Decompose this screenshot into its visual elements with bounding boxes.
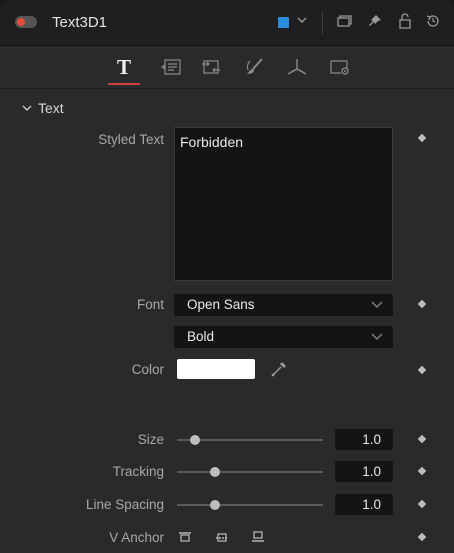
tab-layout[interactable]: [156, 54, 186, 80]
font-label: Font: [136, 297, 164, 312]
keyframe-diamond-v-anchor[interactable]: [417, 532, 427, 542]
tracking-slider-track[interactable]: [177, 471, 323, 473]
tracking-slider-handle[interactable]: [209, 467, 220, 477]
tab-3d[interactable]: [282, 54, 312, 80]
brush-icon: [246, 58, 263, 74]
v-anchor-label: V Anchor: [109, 530, 164, 545]
line-spacing-slider-handle[interactable]: [209, 500, 220, 510]
color-dropdown-chevron-icon[interactable]: [296, 11, 308, 33]
inspector-tabs: T: [0, 46, 454, 89]
size-value: 1.0: [362, 432, 381, 447]
line-spacing-value: 1.0: [362, 497, 381, 512]
tab-transform[interactable]: [196, 54, 226, 80]
tracking-value: 1.0: [362, 464, 381, 479]
styled-text-input[interactable]: Forbidden: [174, 127, 393, 281]
styled-text-label: Styled Text: [98, 132, 164, 147]
section-title: Text: [38, 100, 64, 116]
chevron-down-icon: [371, 333, 383, 340]
v-anchor-bottom-icon[interactable]: [251, 531, 265, 543]
keyframe-diamond-tracking[interactable]: [417, 466, 427, 476]
node-enable-toggle[interactable]: [15, 16, 37, 28]
tab-shading[interactable]: [240, 54, 270, 80]
styled-text-value: Forbidden: [180, 134, 244, 150]
duplicate-window-icon[interactable]: [336, 13, 352, 33]
keyframe-diamond-color[interactable]: [417, 365, 427, 375]
keyframe-diamond-font[interactable]: [417, 299, 427, 309]
node-title: Text3D1: [52, 14, 108, 31]
keyframe-diamond-size[interactable]: [417, 434, 427, 444]
keyframe-diamond-line-spacing[interactable]: [417, 499, 427, 509]
eyedropper-icon[interactable]: [270, 360, 288, 378]
lock-icon[interactable]: [397, 13, 413, 33]
pin-icon[interactable]: [367, 13, 383, 33]
color-swatch[interactable]: [177, 359, 255, 379]
line-spacing-slider-track[interactable]: [177, 504, 323, 506]
section-header-text[interactable]: Text: [22, 100, 64, 116]
inspector-panel: Text3D1 T Text Styled Text Forbidden Fon…: [0, 0, 454, 553]
transform-icon: [202, 60, 220, 74]
color-label: Color: [131, 362, 164, 377]
v-anchor-top-icon[interactable]: [178, 531, 192, 543]
size-label: Size: [137, 432, 164, 447]
keyframe-diamond-styled-text[interactable]: [417, 133, 427, 143]
axis-icon: [287, 59, 307, 75]
tab-text[interactable]: T: [109, 54, 139, 80]
line-spacing-label: Line Spacing: [85, 497, 164, 512]
size-value-field[interactable]: 1.0: [335, 429, 393, 450]
size-slider-handle[interactable]: [189, 435, 200, 445]
active-tab-indicator: [108, 83, 140, 85]
node-titlebar: Text3D1: [0, 0, 454, 46]
reset-icon[interactable]: [425, 13, 441, 33]
font-style-dropdown[interactable]: Bold: [174, 326, 393, 348]
v-anchor-baseline-icon[interactable]: [215, 531, 229, 543]
titlebar-separator: [322, 12, 323, 34]
settings-icon: [330, 60, 349, 75]
tracking-value-field[interactable]: 1.0: [335, 461, 393, 482]
font-style-value: Bold: [187, 329, 215, 344]
chevron-down-icon: [22, 100, 32, 116]
font-family-value: Open Sans: [187, 297, 255, 312]
node-color-chip[interactable]: [278, 17, 289, 28]
status-dot: [17, 18, 25, 26]
tracking-label: Tracking: [112, 464, 164, 479]
line-spacing-value-field[interactable]: 1.0: [335, 494, 393, 515]
chevron-down-icon: [371, 301, 383, 308]
tab-settings[interactable]: [325, 54, 355, 80]
layout-icon: [161, 59, 181, 75]
font-family-dropdown[interactable]: Open Sans: [174, 294, 393, 316]
